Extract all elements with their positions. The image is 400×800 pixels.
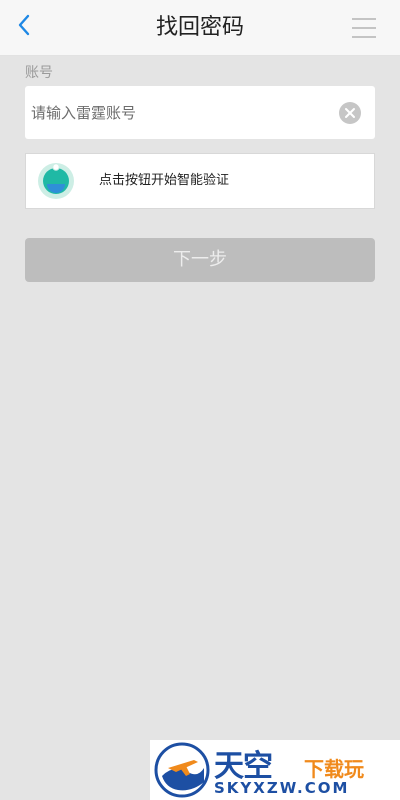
smart-verify-button[interactable]: 点击按钮开始智能验证 xyxy=(25,153,375,209)
smart-verify-icon xyxy=(37,162,75,200)
chevron-left-icon xyxy=(18,14,30,36)
clear-input-button[interactable] xyxy=(339,102,361,124)
watermark: 天空 下载玩 SKYXZW.COM xyxy=(150,740,400,800)
hamburger-menu-icon xyxy=(352,18,376,38)
account-input[interactable] xyxy=(31,86,331,139)
smart-verify-label: 点击按钮开始智能验证 xyxy=(99,173,230,188)
back-button[interactable] xyxy=(10,10,40,40)
watermark-subtitle: 下载玩 xyxy=(304,757,364,781)
account-label: 账号 xyxy=(25,65,53,81)
next-step-button[interactable]: 下一步 xyxy=(25,238,375,282)
site-logo-icon xyxy=(154,742,210,798)
clear-circle-icon xyxy=(339,102,361,124)
account-field xyxy=(25,86,375,139)
watermark-url: SKYXZW.COM xyxy=(214,779,350,797)
menu-button[interactable] xyxy=(352,18,376,38)
page-title: 找回密码 xyxy=(155,15,244,40)
top-bar: 找回密码 xyxy=(0,0,400,56)
